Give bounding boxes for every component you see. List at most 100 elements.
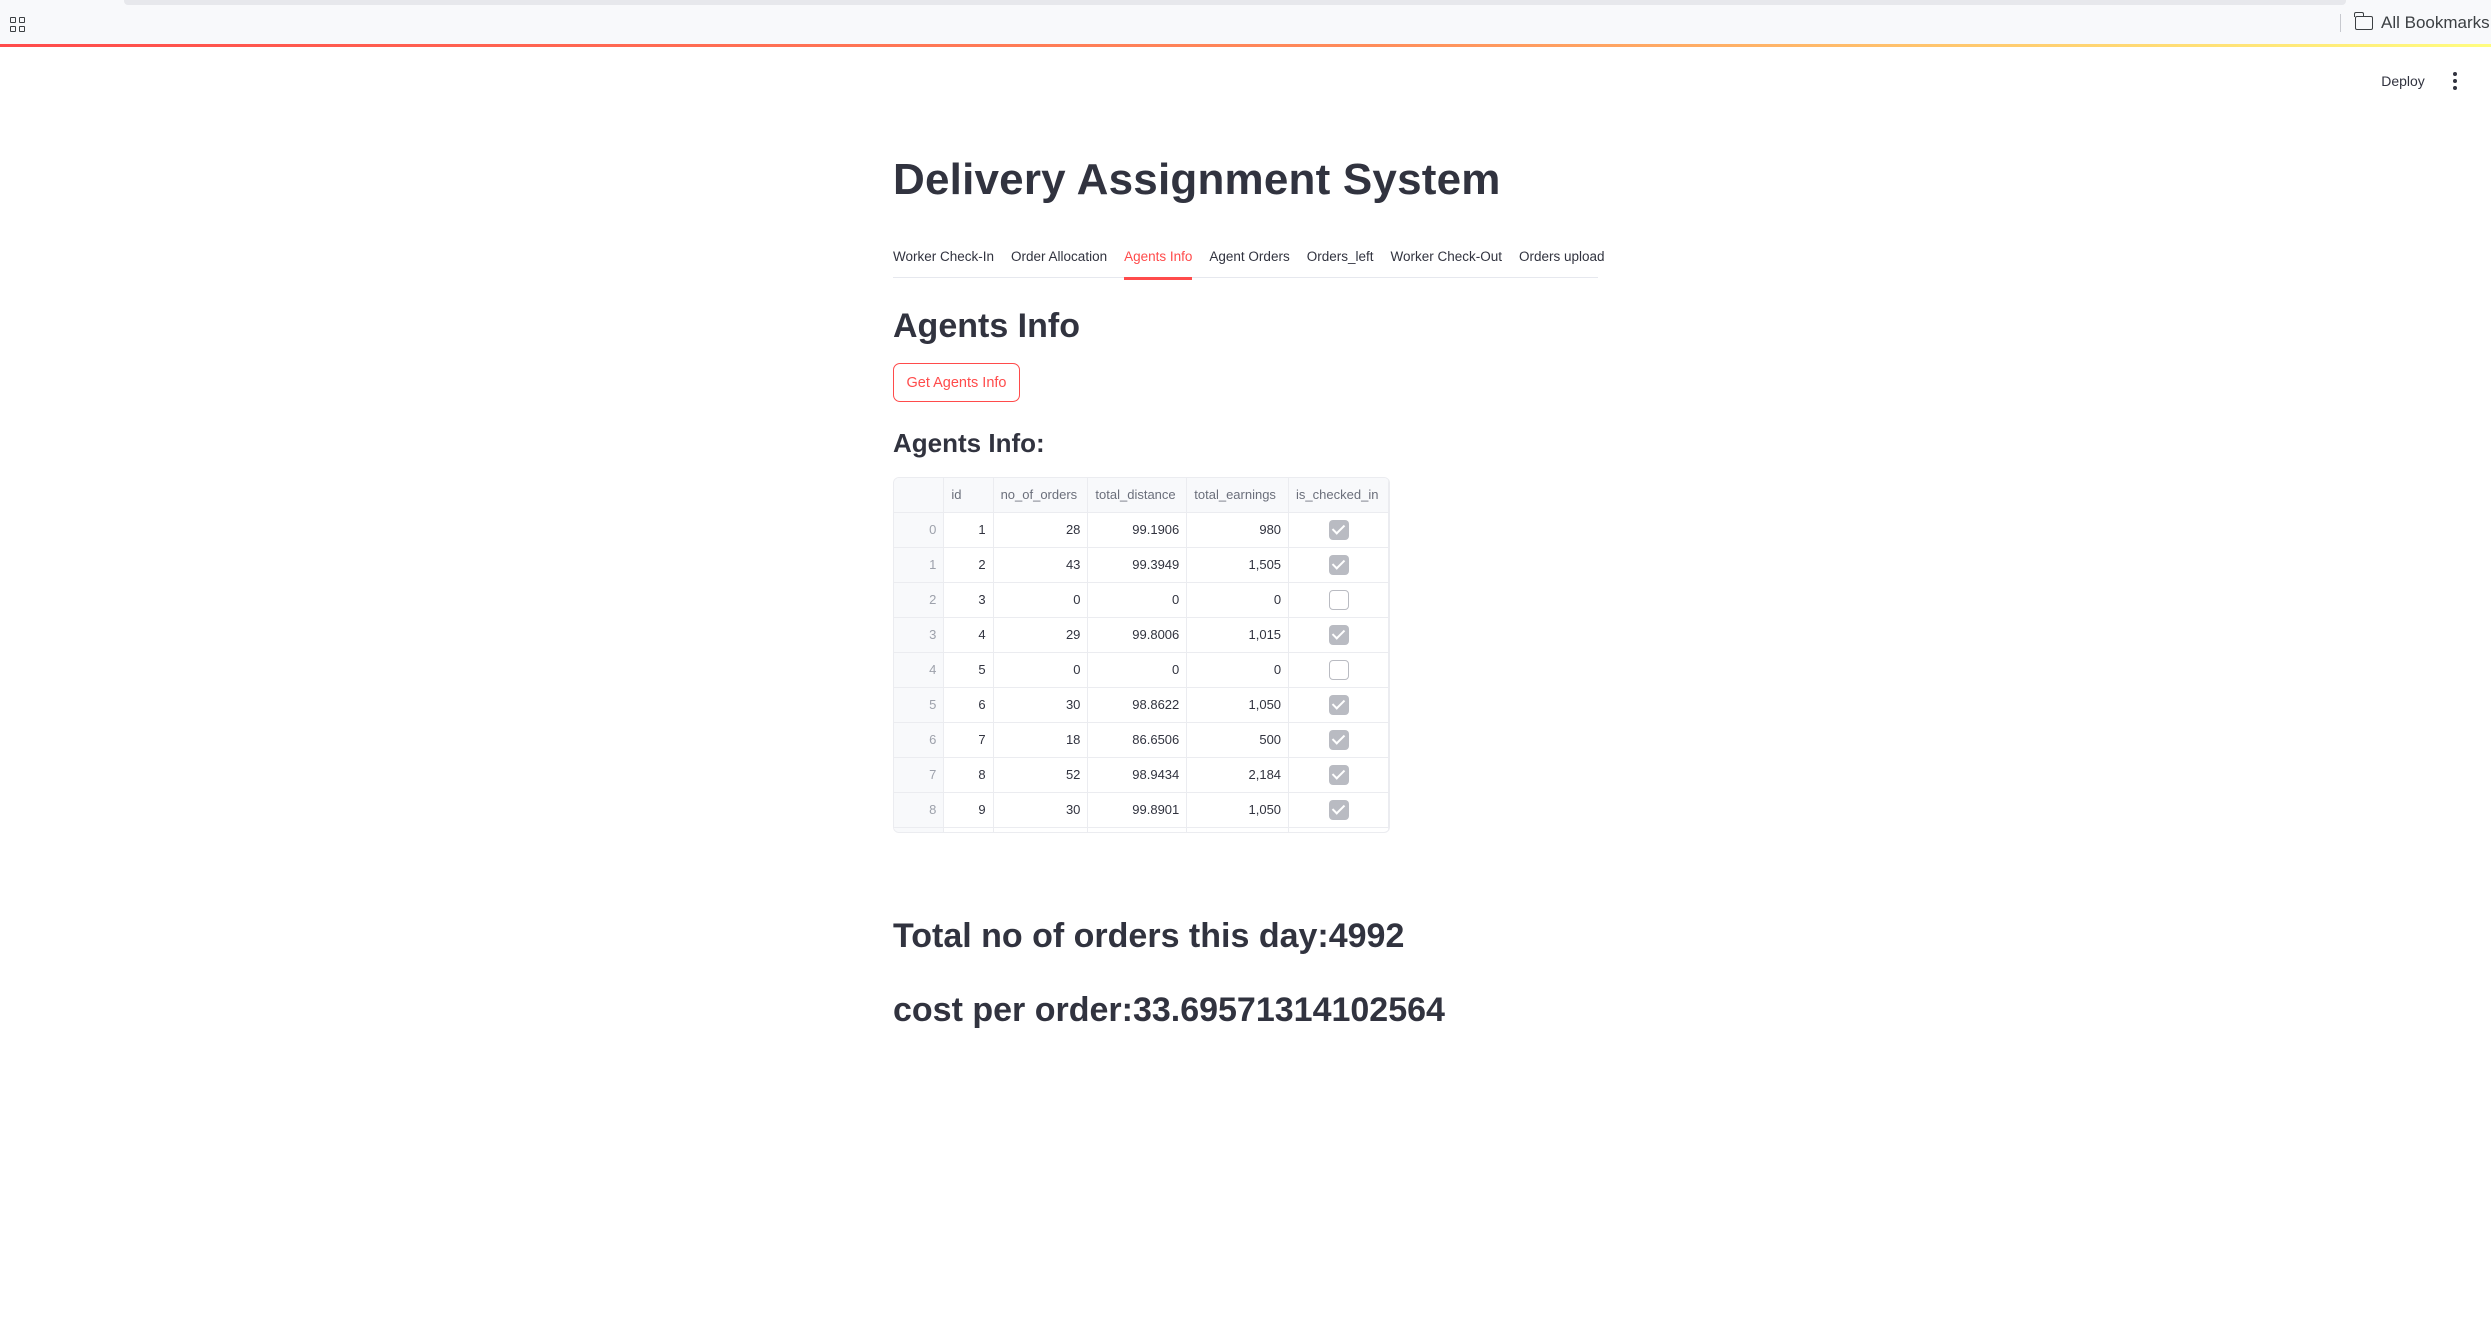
table-row: 3 4 29 99.8006 1,015 <box>894 617 1389 653</box>
cell-total-distance[interactable]: 0 <box>1087 582 1188 618</box>
cell-is-checked-in[interactable] <box>1288 792 1389 828</box>
cell-total-distance[interactable]: 0 <box>1087 652 1188 688</box>
cell-id[interactable]: 6 <box>943 687 994 723</box>
row-index-cell: 0 <box>894 512 945 548</box>
table-row: 1 2 43 99.3949 1,505 <box>894 547 1389 583</box>
checked-checkbox-icon[interactable] <box>1328 764 1349 785</box>
cell-total-distance[interactable]: 99.0565 <box>1087 827 1188 832</box>
cell-no-of-orders[interactable]: 18 <box>993 722 1089 758</box>
table-row: 7 8 52 98.9434 2,184 <box>894 757 1389 793</box>
tab-orders-left[interactable]: Orders_left <box>1307 241 1374 278</box>
get-agents-info-button[interactable]: Get Agents Info <box>893 363 1020 402</box>
cell-id[interactable]: 10 <box>943 827 994 832</box>
cell-id[interactable]: 8 <box>943 757 994 793</box>
tab-bar: Worker Check-In Order Allocation Agents In… <box>893 241 1605 280</box>
checked-checkbox-icon[interactable] <box>1328 519 1349 540</box>
cell-no-of-orders[interactable]: 30 <box>993 687 1089 723</box>
cell-total-earnings[interactable]: 980 <box>1186 512 1290 548</box>
column-header-id[interactable]: id <box>943 478 994 513</box>
unchecked-checkbox-icon[interactable] <box>1328 589 1349 610</box>
bookmarks-divider <box>2340 14 2341 32</box>
checked-checkbox-icon[interactable] <box>1328 729 1349 750</box>
tab-orders-upload[interactable]: Orders upload <box>1519 241 1605 278</box>
tab-worker-check-in[interactable]: Worker Check-In <box>893 241 994 278</box>
cell-is-checked-in[interactable] <box>1288 687 1389 723</box>
table-row: 9104099.05651,400 <box>894 827 1389 832</box>
cell-total-distance[interactable]: 98.9434 <box>1087 757 1188 793</box>
column-header-total-earnings[interactable]: total_earnings <box>1186 478 1290 513</box>
agents-dataframe[interactable]: id no_of_orders total_distance total_earnin… <box>893 477 1390 833</box>
row-index-cell: 7 <box>894 757 945 793</box>
cell-no-of-orders[interactable]: 40 <box>993 827 1089 832</box>
cell-id[interactable]: 2 <box>943 547 994 583</box>
cell-no-of-orders[interactable]: 28 <box>993 512 1089 548</box>
cell-no-of-orders[interactable]: 0 <box>993 652 1089 688</box>
column-header-is-checked-in[interactable]: is_checked_in <box>1288 478 1389 513</box>
cell-is-checked-in[interactable] <box>1288 722 1389 758</box>
cell-total-distance[interactable]: 98.8622 <box>1087 687 1188 723</box>
table-row: 23000 <box>894 582 1389 618</box>
tab-agent-orders[interactable]: Agent Orders <box>1209 241 1289 278</box>
cell-no-of-orders[interactable]: 52 <box>993 757 1089 793</box>
cell-total-earnings[interactable]: 1,400 <box>1186 827 1290 832</box>
table-row: 6 7 18 86.6506 500 <box>894 722 1389 758</box>
column-header-no-of-orders[interactable]: no_of_orders <box>993 478 1089 513</box>
cell-total-earnings[interactable]: 1,505 <box>1186 547 1290 583</box>
table-row: 0 1 28 99.1906 980 <box>894 512 1389 548</box>
table-row: 5 6 30 98.8622 1,050 <box>894 687 1389 723</box>
cell-total-earnings[interactable]: 2,184 <box>1186 757 1290 793</box>
cell-total-earnings[interactable]: 1,050 <box>1186 792 1290 828</box>
cell-total-distance[interactable]: 99.3949 <box>1087 547 1188 583</box>
column-header-total-distance[interactable]: total_distance <box>1087 478 1188 513</box>
index-column-header[interactable] <box>894 478 945 513</box>
table-row: 8 9 30 99.8901 1,050 <box>894 792 1389 828</box>
cell-total-earnings[interactable]: 500 <box>1186 722 1290 758</box>
agents-table: id no_of_orders total_distance total_earnin… <box>894 478 1389 832</box>
tab-agents-info[interactable]: Agents Info <box>1124 241 1193 280</box>
cell-total-earnings[interactable]: 1,015 <box>1186 617 1290 653</box>
cell-total-earnings[interactable]: 0 <box>1186 652 1290 688</box>
cell-no-of-orders[interactable]: 29 <box>993 617 1089 653</box>
cell-is-checked-in[interactable] <box>1288 652 1389 688</box>
row-index-cell: 5 <box>894 687 945 723</box>
cell-id[interactable]: 3 <box>943 582 994 618</box>
cell-id[interactable]: 9 <box>943 792 994 828</box>
deploy-button[interactable]: Deploy <box>2372 68 2434 94</box>
tab-order-allocation[interactable]: Order Allocation <box>1011 241 1107 278</box>
cost-per-order-stat: cost per order:33.69571314102564 <box>893 991 1445 1029</box>
cell-is-checked-in[interactable] <box>1288 617 1389 653</box>
cell-is-checked-in[interactable] <box>1288 757 1389 793</box>
tab-worker-check-out[interactable]: Worker Check-Out <box>1390 241 1502 278</box>
checked-checkbox-icon[interactable] <box>1328 799 1349 820</box>
table-header-row: id no_of_orders total_distance total_earnin… <box>894 478 1389 513</box>
all-bookmarks-button[interactable]: All Bookmarks <box>2354 12 2490 34</box>
row-index-cell: 6 <box>894 722 945 758</box>
page-title: Delivery Assignment System <box>893 155 1501 204</box>
row-index-cell: 1 <box>894 547 945 583</box>
cell-is-checked-in[interactable] <box>1288 582 1389 618</box>
cell-is-checked-in[interactable] <box>1288 827 1389 832</box>
apps-grid-icon[interactable] <box>10 17 26 33</box>
main-menu-icon[interactable] <box>2446 68 2464 94</box>
cell-id[interactable]: 7 <box>943 722 994 758</box>
cell-total-distance[interactable]: 99.8901 <box>1087 792 1188 828</box>
cell-id[interactable]: 5 <box>943 652 994 688</box>
checked-checkbox-icon[interactable] <box>1328 694 1349 715</box>
cell-no-of-orders[interactable]: 43 <box>993 547 1089 583</box>
checked-checkbox-icon[interactable] <box>1328 624 1349 645</box>
cell-total-earnings[interactable]: 1,050 <box>1186 687 1290 723</box>
cell-total-distance[interactable]: 99.8006 <box>1087 617 1188 653</box>
cell-is-checked-in[interactable] <box>1288 512 1389 548</box>
cell-total-distance[interactable]: 99.1906 <box>1087 512 1188 548</box>
checked-checkbox-icon[interactable] <box>1328 554 1349 575</box>
cell-total-earnings[interactable]: 0 <box>1186 582 1290 618</box>
cell-no-of-orders[interactable]: 30 <box>993 792 1089 828</box>
cell-id[interactable]: 4 <box>943 617 994 653</box>
cell-no-of-orders[interactable]: 0 <box>993 582 1089 618</box>
unchecked-checkbox-icon[interactable] <box>1328 659 1349 680</box>
cell-is-checked-in[interactable] <box>1288 547 1389 583</box>
row-index-cell: 3 <box>894 617 945 653</box>
cell-total-distance[interactable]: 86.6506 <box>1087 722 1188 758</box>
total-orders-stat: Total no of orders this day:4992 <box>893 917 1405 955</box>
cell-id[interactable]: 1 <box>943 512 994 548</box>
